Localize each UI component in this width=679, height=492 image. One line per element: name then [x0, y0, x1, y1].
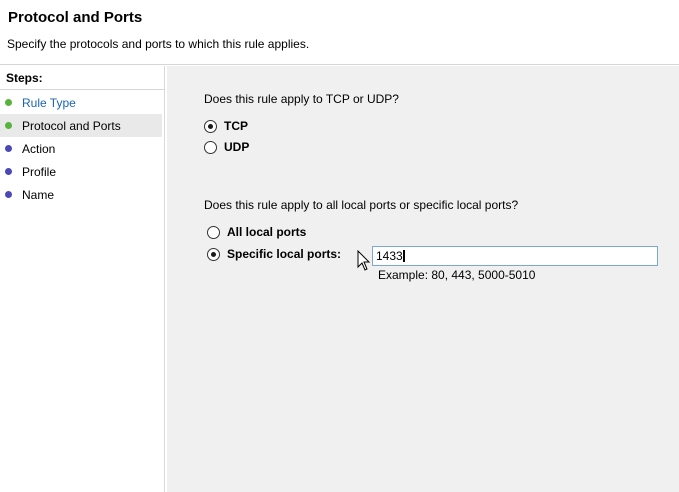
specific-local-ports-radio[interactable]: [207, 247, 220, 261]
all-local-ports-option[interactable]: All local ports: [207, 223, 306, 241]
specific-ports-input[interactable]: 1433: [372, 246, 658, 266]
step-label: Action: [22, 141, 56, 156]
all-local-ports-radio[interactable]: [207, 225, 220, 239]
page-subtitle: Specify the protocols and ports to which…: [7, 37, 310, 51]
specific-local-ports-option[interactable]: Specific local ports:: [207, 245, 341, 263]
wizard-header: Protocol and Ports Specify the protocols…: [0, 0, 679, 64]
step-pending-icon: [5, 145, 12, 152]
mouse-pointer-icon: [357, 250, 371, 271]
step-label: Profile: [22, 164, 57, 179]
step-complete-icon: [5, 99, 12, 106]
tcp-option[interactable]: TCP: [204, 117, 248, 135]
step-label: Name: [22, 187, 55, 202]
specific-ports-value: 1433: [376, 249, 405, 263]
text-caret: [402, 250, 405, 262]
step-complete-icon: [5, 122, 12, 129]
udp-label[interactable]: UDP: [224, 140, 249, 154]
tcp-label[interactable]: TCP: [224, 119, 248, 133]
udp-option[interactable]: UDP: [204, 138, 249, 156]
protocol-question: Does this rule apply to TCP or UDP?: [204, 92, 399, 106]
step-name[interactable]: Name: [0, 183, 162, 206]
steps-sidebar: Steps: Rule Type Protocol and Ports Acti…: [0, 66, 165, 492]
step-pending-icon: [5, 168, 12, 175]
specific-local-ports-label[interactable]: Specific local ports:: [227, 247, 341, 261]
step-label: Rule Type: [22, 95, 76, 110]
step-action[interactable]: Action: [0, 137, 162, 160]
content-panel: Does this rule apply to TCP or UDP? TCP …: [167, 66, 679, 492]
step-pending-icon: [5, 191, 12, 198]
page-title: Protocol and Ports: [8, 9, 143, 26]
step-rule-type[interactable]: Rule Type: [0, 91, 162, 114]
steps-title: Steps:: [6, 71, 43, 85]
steps-divider: [0, 89, 164, 90]
all-local-ports-label[interactable]: All local ports: [227, 225, 306, 239]
tcp-radio[interactable]: [204, 119, 217, 133]
ports-example-hint: Example: 80, 443, 5000-5010: [378, 268, 536, 282]
ports-question: Does this rule apply to all local ports …: [204, 198, 519, 212]
header-divider: [0, 64, 679, 65]
udp-radio[interactable]: [204, 140, 217, 154]
protocol-and-ports-page: Protocol and Ports Specify the protocols…: [0, 0, 679, 492]
step-protocol-and-ports[interactable]: Protocol and Ports: [0, 114, 162, 137]
step-label: Protocol and Ports: [22, 118, 121, 133]
specific-ports-text: 1433: [376, 249, 403, 263]
step-profile[interactable]: Profile: [0, 160, 162, 183]
